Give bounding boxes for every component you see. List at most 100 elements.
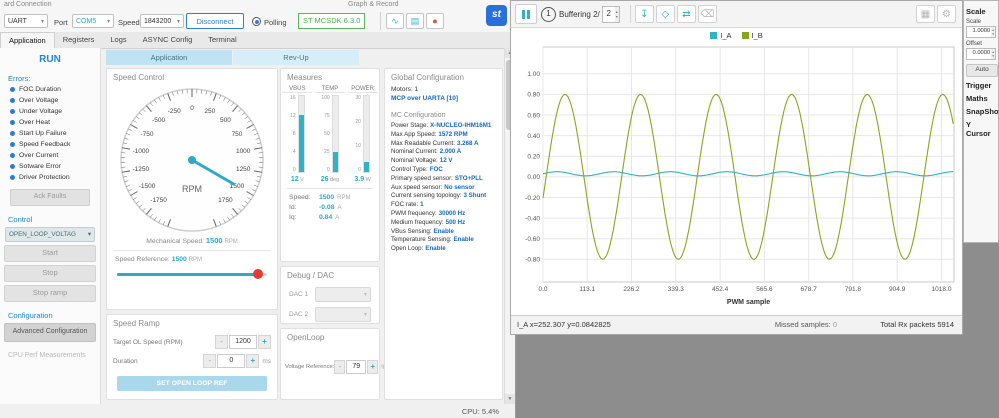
measure-gauge-ticks: 100 75 50 25 0 [321, 95, 329, 173]
legend-item-i_a[interactable]: I_A [710, 31, 732, 40]
measure-gauge-unit: V [298, 177, 304, 183]
chevron-down-icon: ▾ [176, 18, 180, 25]
uart-select[interactable]: UART ▾ [4, 14, 48, 28]
speed-control-title: Speed Control [113, 73, 165, 82]
spin-down-icon[interactable]: ▾ [616, 14, 618, 19]
spin-down-icon[interactable]: ▾ [992, 32, 994, 36]
tab-terminal[interactable]: Terminal [200, 32, 244, 48]
trigger-section-header[interactable]: Trigger [966, 81, 996, 90]
ack-faults-button[interactable]: Ack Faults [10, 188, 90, 206]
maths-section-header[interactable]: Maths [966, 94, 996, 103]
slider-knob[interactable] [253, 269, 263, 279]
control-stop-button[interactable]: Stop [4, 264, 96, 282]
dac2-select[interactable]: ▾ [315, 307, 371, 322]
tab-application[interactable]: Application [106, 50, 232, 65]
scroll-down-icon[interactable]: ▼ [505, 394, 515, 404]
voltage-decrement-button[interactable]: - [334, 360, 346, 374]
chart-options-icon[interactable]: ▦ [916, 5, 935, 23]
graph-icon[interactable]: ∿ [386, 13, 404, 29]
mcp-link[interactable]: MCP over UARTA [10] [391, 95, 496, 102]
error-status-dot [10, 87, 15, 93]
st-logo: st [486, 5, 507, 26]
iq-measure-value: 0.84 [319, 214, 333, 221]
duration-value[interactable]: 0 [217, 354, 246, 368]
duration-increment-button[interactable]: + [246, 354, 260, 368]
tab-rev-up[interactable]: Rev-Up [233, 50, 359, 65]
scope-plot: 1.00 0.80 0.60 0.40 0.20 0.00 -0.20 -0.40 -0.60 -… [525, 46, 955, 306]
buffering-label: Buffering 2/ [559, 9, 600, 19]
legend-item-i_b[interactable]: I_B [741, 31, 763, 40]
svg-text:791.8: 791.8 [845, 286, 862, 293]
auto-scale-button[interactable]: Auto [966, 64, 998, 77]
svg-text:0.80: 0.80 [527, 92, 540, 99]
svg-text:RPM: RPM [182, 184, 202, 194]
voltage-increment-button[interactable]: + [367, 360, 379, 374]
marker-icon[interactable]: ◇ [655, 5, 675, 23]
y-cursor-section-header[interactable]: Y Cursor [966, 120, 996, 138]
control-start-button[interactable]: Start [4, 244, 96, 262]
config-item-value: 12 V [439, 157, 453, 165]
record-icon[interactable]: ● [426, 13, 444, 29]
target-speed-value[interactable]: 1200 [229, 335, 257, 349]
port-select[interactable]: COM5 ▾ [72, 14, 114, 28]
snapshot-section-header[interactable]: SnapShot [966, 107, 999, 116]
download-icon[interactable]: ↧ [634, 5, 654, 23]
spinner-arrows[interactable]: ▴ ▾ [991, 49, 995, 59]
mc-configuration-list: Power Stage: X-NUCLEO-IHM16M1 Max App Spee… [385, 122, 502, 254]
missed-samples-label: Missed samples: [774, 320, 831, 329]
duration-decrement-button[interactable]: - [203, 354, 217, 368]
swap-axes-icon[interactable]: ⇄ [676, 5, 696, 23]
svg-text:0.0: 0.0 [538, 286, 547, 293]
advanced-configuration-button[interactable]: Advanced Configuration [4, 322, 96, 342]
table-icon[interactable]: ▤ [406, 13, 424, 29]
voltage-reference-value[interactable]: 79 [346, 360, 367, 374]
set-open-loop-ref-button[interactable]: SET OPEN LOOP REF [117, 376, 267, 391]
config-item: Control Type: FOC [391, 166, 496, 175]
target-speed-increment-button[interactable]: + [258, 335, 271, 349]
scale-input[interactable]: 1.0000 ▴ ▾ [966, 26, 996, 38]
error-status-dot [10, 120, 15, 126]
control-stop-ramp-button[interactable]: Stop ramp [4, 284, 96, 302]
tab-logs[interactable]: Logs [102, 32, 134, 48]
disconnect-button[interactable]: Disconnect [186, 13, 244, 29]
plot-area[interactable]: 1.00 0.80 0.60 0.40 0.20 0.00 -0.20 -0.40 -0.60 -… [511, 43, 964, 323]
baud-select[interactable]: 1843200 ▾ [140, 14, 184, 28]
buffer-count-spinner[interactable]: 2 ▴ ▾ [601, 5, 620, 23]
pause-button[interactable] [515, 4, 537, 24]
measure-gauge-unit: W [364, 177, 371, 183]
svg-text:339.3: 339.3 [668, 286, 685, 293]
speed-reference-slider[interactable] [117, 269, 267, 279]
spinner-arrows[interactable]: ▴ ▾ [614, 6, 619, 22]
offset-input[interactable]: 0.0000 ▴ ▾ [966, 48, 996, 60]
tab-async-config[interactable]: ASYNC Config [135, 32, 201, 48]
scale-section-header: Scale [966, 7, 986, 16]
error-status-dot [10, 131, 15, 137]
tab-application[interactable]: Application [0, 32, 55, 48]
speed-reference-row: Speed Reference: 1500 RPM [115, 256, 269, 263]
configuration-section-label: Configuration [8, 310, 53, 320]
target-speed-decrement-button[interactable]: - [215, 335, 228, 349]
missed-samples-value: 0 [832, 320, 837, 329]
polling-radio[interactable] [252, 17, 261, 26]
config-item-label: Max Readable Current: [391, 139, 455, 147]
spinner-arrows[interactable]: ▴ ▾ [991, 27, 995, 37]
measure-gauge-body: 30 20 10 0 [348, 95, 378, 173]
svg-text:113.1: 113.1 [579, 286, 595, 293]
speed-reference-value: 1500 [171, 256, 187, 263]
svg-text:-1750: -1750 [150, 197, 167, 204]
spin-down-icon[interactable]: ▾ [992, 54, 994, 58]
tab-registers[interactable]: Registers [55, 32, 103, 48]
error-label: Sotware Error [19, 163, 61, 171]
speed-measure-unit: RPM [337, 195, 351, 201]
legend-swatch [741, 32, 749, 39]
erase-icon[interactable]: ⌫ [697, 5, 717, 23]
measure-gauge-temp: TEMP 100 75 50 25 0 26 deg [314, 86, 345, 183]
settings-gear-icon[interactable]: ⚙ [937, 5, 956, 23]
dac1-select[interactable]: ▾ [315, 287, 371, 302]
control-mode-select[interactable]: OPEN_LOOP_VOLTAG ▾ [5, 226, 95, 242]
scope-toolbar: 1 Buffering 2/ 2 ▴ ▾ ↧ ◇ ⇄ ⌫ ▦ ⚙ [511, 1, 962, 28]
measure-gauge-power: POWER 30 20 10 0 3.9 W [347, 86, 378, 183]
gauge-tick-label: 0 [358, 167, 361, 173]
chevron-down-icon: ▾ [87, 230, 91, 238]
svg-text:500: 500 [220, 117, 231, 124]
